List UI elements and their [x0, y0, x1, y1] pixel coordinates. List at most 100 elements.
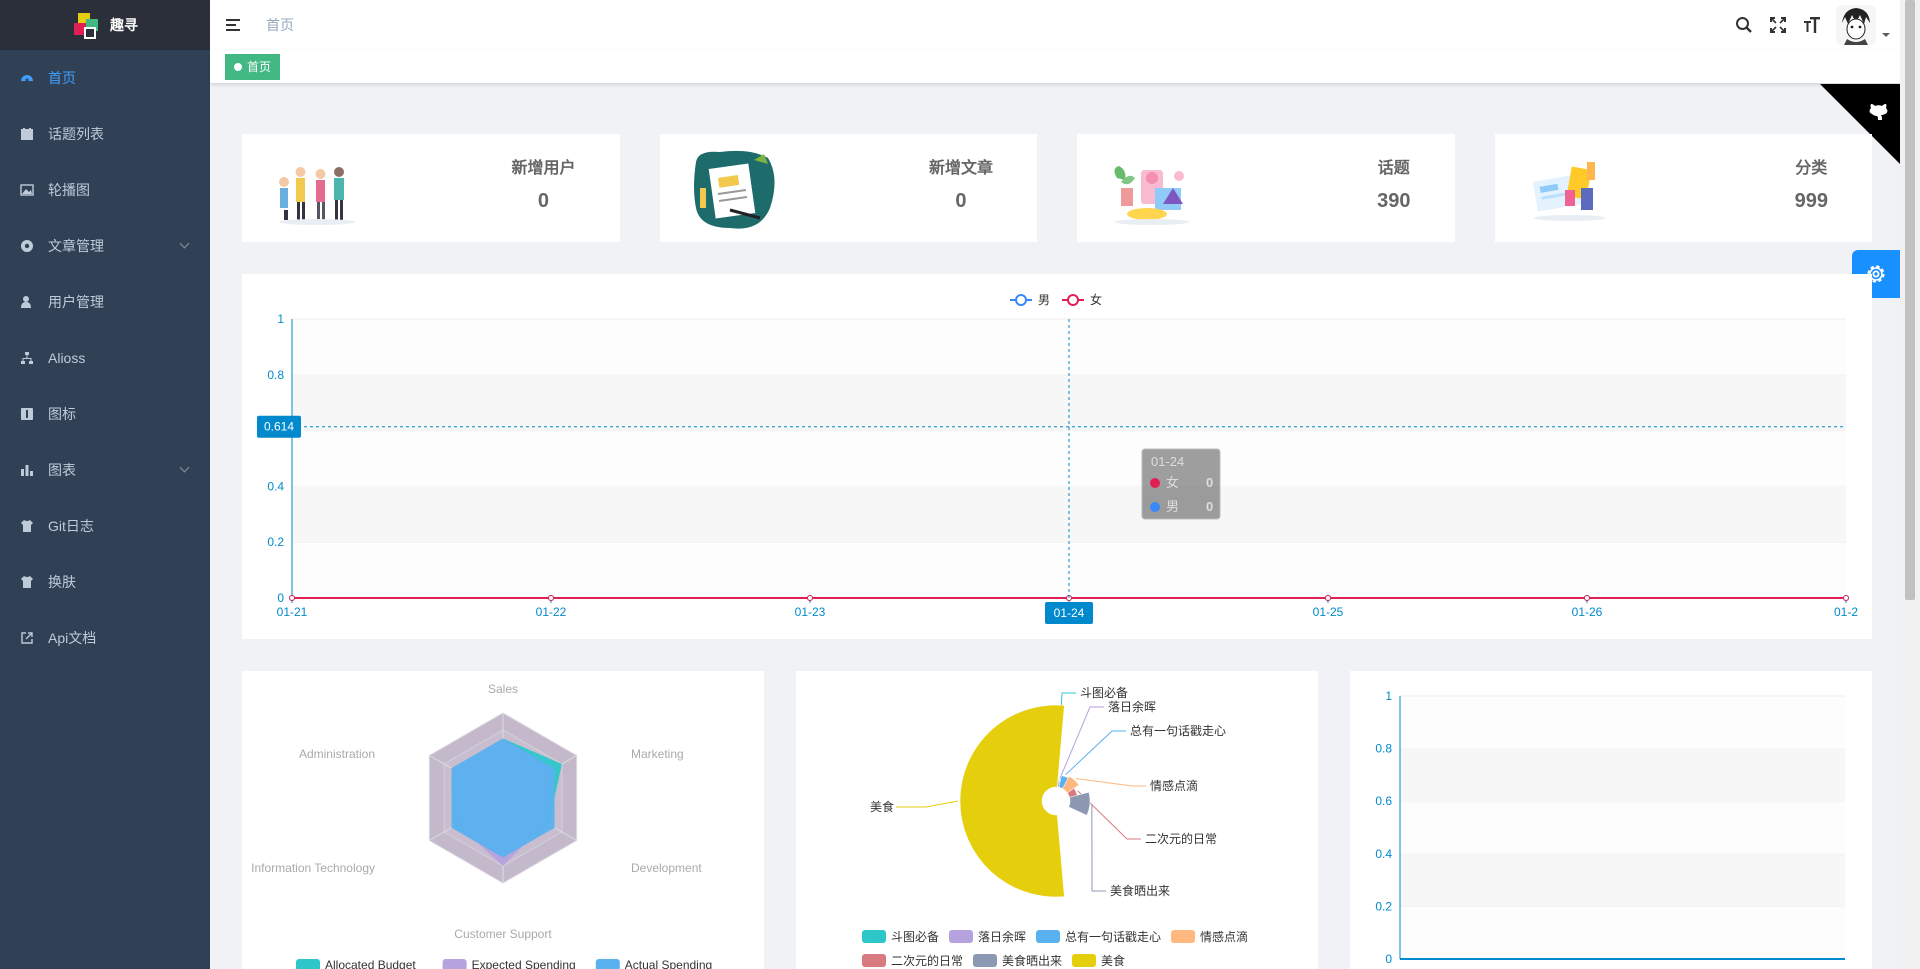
sidebar-item[interactable]: Api文档: [0, 610, 210, 666]
tooltip-series-name: 女: [1166, 475, 1179, 490]
legend-label: 男: [1038, 293, 1050, 307]
sidebar-item-label: Api文档: [48, 630, 97, 646]
sidebar-item[interactable]: 图表: [0, 442, 210, 498]
series-point: [807, 595, 813, 601]
legend-marker: [1015, 294, 1027, 306]
tooltip-series-value: 0: [1206, 475, 1213, 490]
sidebar-item-label: 换肤: [48, 574, 76, 590]
avatar[interactable]: [1836, 5, 1876, 45]
document-illustration-icon: [693, 150, 775, 229]
legend-marker: [1067, 294, 1079, 306]
breadcrumb[interactable]: 首页: [266, 15, 294, 35]
pie-chart[interactable]: 斗图必备落日余晖总有一句话戳走心情感点滴二次元的日常美食晒出来美食斗图必备 落日余…: [796, 671, 1318, 969]
pie-label-line: [1075, 778, 1146, 787]
series-point: [1584, 595, 1590, 601]
legend-label: Expected Spending: [472, 958, 576, 969]
card-new-articles[interactable]: 新增文章 0: [659, 134, 1037, 242]
grid-band: [1400, 748, 1845, 802]
page-scrollbar[interactable]: [1900, 0, 1920, 969]
stat-cards: 新增用户 0 新增文章 0 话题 390 分类 999: [242, 134, 1872, 242]
card-new-users[interactable]: 新增用户 0: [242, 134, 620, 242]
radar-indicator-label: Information Technology: [251, 861, 375, 875]
crosshair-x-value: 01-24: [1054, 606, 1085, 620]
sidebar-item[interactable]: 轮播图: [0, 162, 210, 218]
y-tick-label: 0.6: [1375, 794, 1392, 808]
legend-swatch: [862, 954, 886, 967]
bar-chart[interactable]: 0 0.2 0.4 0.6 0.8 1: [1350, 671, 1872, 969]
radar-indicator-label: Administration: [299, 747, 375, 761]
navbar: 首页: [210, 0, 1900, 50]
app-title: 趣寻: [110, 17, 138, 33]
tag-home[interactable]: 首页: [225, 53, 281, 80]
y-tick-label: 1: [277, 312, 284, 326]
chart-icon: [20, 463, 34, 477]
legend-label: 二次元的日常: [891, 953, 963, 968]
scrollbar-thumb[interactable]: [1905, 0, 1915, 600]
sidebar-item[interactable]: Alioss: [0, 330, 210, 386]
card-desc: 新增用户 0: [511, 160, 575, 213]
line-chart[interactable]: 00.20.40.60.8101-2101-2201-2301-2401-250…: [242, 274, 1872, 639]
pie-slice-label: 二次元的日常: [1145, 831, 1217, 846]
list-icon: [20, 127, 34, 141]
external-link-icon: [20, 631, 34, 645]
search-icon[interactable]: [1734, 15, 1754, 35]
dashboard-icon: [20, 71, 34, 85]
y-tick-label: 0.2: [267, 535, 284, 549]
line-chart-panel: 00.20.40.60.8101-2101-2201-2301-2401-250…: [242, 274, 1872, 639]
tooltip-marker: [1150, 502, 1160, 512]
logo-area[interactable]: 趣寻: [0, 0, 210, 50]
legend-label: 总有一句话戳走心: [1065, 930, 1161, 944]
legend-swatch: [296, 959, 320, 969]
sidebar-item[interactable]: Git日志: [0, 498, 210, 554]
y-tick-label: 0.8: [267, 368, 284, 382]
y-tick-label: 0.2: [1375, 899, 1392, 913]
card-value: 999: [1794, 190, 1828, 212]
legend-swatch: [1036, 930, 1060, 943]
legend-label: 美食: [1101, 953, 1125, 968]
hamburger-toggle-icon[interactable]: [226, 15, 246, 35]
legend-swatch: [862, 930, 886, 943]
fullscreen-icon[interactable]: [1768, 15, 1788, 35]
series-point: [289, 595, 295, 601]
card-desc: 分类 999: [1795, 160, 1828, 213]
legend-swatch: [973, 954, 997, 967]
legend-label: 情感点滴: [1200, 929, 1248, 944]
series-point: [1325, 595, 1331, 601]
sidebar-item[interactable]: 文章管理: [0, 218, 210, 274]
tag-label: 首页: [247, 60, 272, 74]
caret-down-icon[interactable]: [1882, 33, 1890, 37]
x-tick-label: 01-21: [277, 605, 308, 619]
card-value: 0: [955, 190, 967, 212]
radar-indicator-label: Customer Support: [454, 927, 552, 941]
y-tick-label: 0.4: [1375, 847, 1392, 861]
radar-chart-panel: Sales Marketing Development Customer Suppor…: [242, 671, 764, 969]
radar-indicator-label: Development: [631, 861, 702, 875]
pie-slice-label: 美食: [870, 799, 894, 814]
grid-band: [1400, 696, 1845, 749]
legend-label: 美食晒出来: [1002, 953, 1062, 968]
legend-swatch: [442, 959, 467, 969]
y-tick-label: 0: [277, 591, 284, 605]
legend-label: 斗图必备: [891, 930, 939, 944]
logo-icon: [72, 11, 100, 39]
legend-swatch: [1072, 954, 1096, 967]
grid-band: [1400, 853, 1845, 907]
card-topics[interactable]: 话题 390: [1077, 134, 1455, 242]
sidebar-item-label: 用户管理: [48, 294, 104, 310]
sidebar-item[interactable]: 换肤: [0, 554, 210, 610]
sidebar-item[interactable]: 首页: [0, 50, 210, 106]
pie-slice-label: 美食晒出来: [1110, 883, 1170, 898]
sidebar-item[interactable]: 图标: [0, 386, 210, 442]
grid-band: [1400, 801, 1845, 854]
font-size-icon[interactable]: [1802, 15, 1822, 35]
sidebar-item[interactable]: 用户管理: [0, 274, 210, 330]
legend-swatch: [595, 959, 620, 969]
sidebar-item[interactable]: 话题列表: [0, 106, 210, 162]
legend-swatch: [1171, 930, 1195, 943]
pie-slice-label: 总有一句话戳走心: [1130, 724, 1226, 738]
tree-icon: [20, 351, 34, 365]
radar-chart[interactable]: Sales Marketing Development Customer Suppor…: [242, 671, 764, 969]
card-categories[interactable]: 分类 999: [1494, 134, 1872, 242]
pie-slice-label: 情感点滴: [1150, 778, 1198, 793]
x-tick-label: 01-25: [1313, 605, 1344, 619]
